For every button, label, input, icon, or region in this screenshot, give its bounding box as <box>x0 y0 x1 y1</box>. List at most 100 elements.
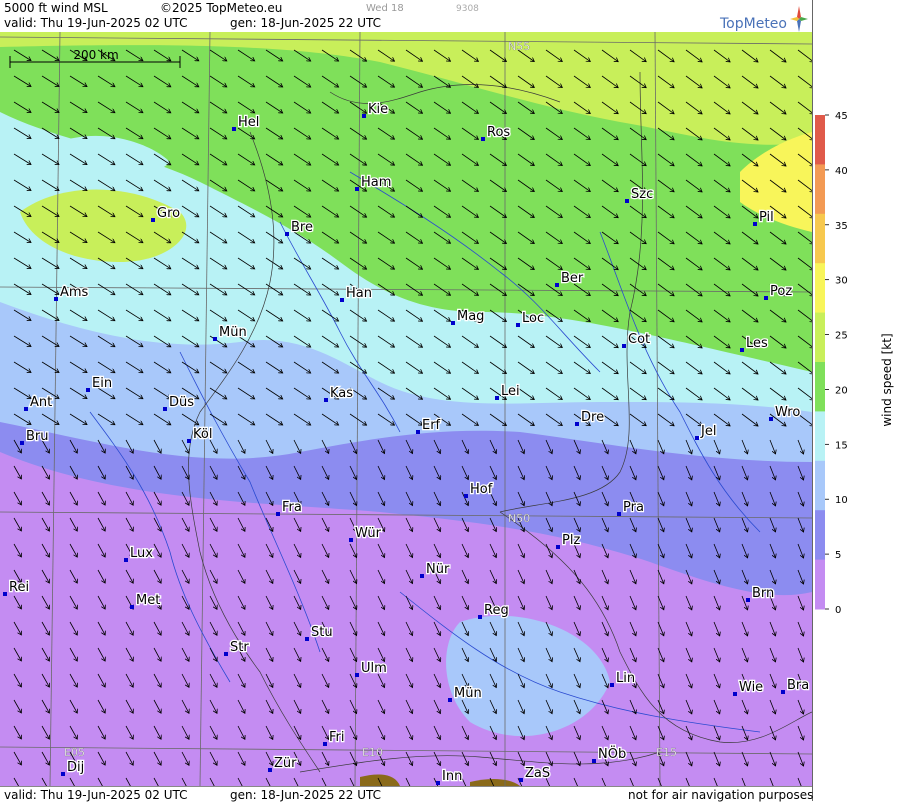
city-label: Pra <box>623 500 644 515</box>
city-label: Cot <box>628 332 650 347</box>
city-label: Poz <box>770 284 792 299</box>
city-label: Str <box>230 640 249 655</box>
city-marker <box>495 396 499 400</box>
legend-tick-label: 10 <box>835 495 848 506</box>
city-marker <box>54 297 58 301</box>
logo-text: TopMeteo <box>720 16 787 32</box>
city-marker <box>362 114 366 118</box>
city-label: Met <box>136 593 160 608</box>
footer-bar: valid: Thu 19-Jun-2025 02 UTC gen: 18-Ju… <box>0 786 814 802</box>
city-label: Ham <box>361 175 391 190</box>
city-label: Reg <box>484 603 509 618</box>
legend-swatch <box>815 559 825 610</box>
wind-map: 200 km N55 N50 E05 E10 E15 Kie Hel Ros Ham S… <box>0 32 812 786</box>
city-marker <box>481 137 485 141</box>
city-marker <box>61 772 65 776</box>
city-marker <box>575 422 579 426</box>
label-e05: E05 <box>64 746 85 759</box>
city-marker <box>86 388 90 392</box>
legend-swatch <box>815 213 825 264</box>
city-marker <box>224 652 228 656</box>
city-label: Ber <box>561 271 584 286</box>
footer-disclaimer: not for air navigation purposes <box>628 788 814 802</box>
legend-swatch <box>815 312 825 363</box>
city-label: Lux <box>130 546 153 561</box>
city-marker <box>592 759 596 763</box>
legend-tick-label: 5 <box>835 550 841 561</box>
city-label: Dij <box>67 760 84 775</box>
city-label: Wür <box>355 526 382 541</box>
city-label: Ams <box>60 285 89 300</box>
run-code: 9308 <box>456 4 479 14</box>
city-marker <box>232 127 236 131</box>
city-label: Kas <box>330 386 353 401</box>
city-label: Mün <box>454 686 482 701</box>
legend-tick-label: 20 <box>835 385 848 396</box>
footer-valid: valid: Thu 19-Jun-2025 02 UTC <box>4 788 188 802</box>
generated-time: gen: 18-Jun-2025 22 UTC <box>230 16 382 30</box>
valid-time: valid: Thu 19-Jun-2025 02 UTC <box>4 16 188 30</box>
city-marker <box>420 574 424 578</box>
city-marker <box>610 683 614 687</box>
city-marker <box>349 538 353 542</box>
city-label: Köl <box>193 427 212 442</box>
city-marker <box>753 222 757 226</box>
city-marker <box>764 296 768 300</box>
city-marker <box>625 199 629 203</box>
city-marker <box>464 494 468 498</box>
city-marker <box>324 398 328 402</box>
city-label: Fra <box>282 500 302 515</box>
city-label: Hel <box>238 115 259 130</box>
city-label: Plz <box>562 533 580 548</box>
legend-color-bar <box>815 115 825 610</box>
city-marker <box>355 187 359 191</box>
city-marker <box>285 232 289 236</box>
city-label: Pil <box>759 210 774 225</box>
city-label: Loc <box>522 311 544 326</box>
topmeteo-logo: TopMeteo <box>720 6 810 32</box>
city-label: Wro <box>775 405 800 420</box>
copyright: ©2025 TopMeteo.eu <box>160 1 283 15</box>
city-label: Lin <box>616 671 635 686</box>
city-label: Szc <box>631 187 653 202</box>
city-label: Bra <box>787 678 809 693</box>
city-marker <box>163 407 167 411</box>
city-marker <box>516 323 520 327</box>
city-label: Düs <box>169 395 194 410</box>
label-e15: E15 <box>656 746 677 759</box>
legend-ticks: 45 40 35 30 25 20 15 10 5 0 <box>825 111 848 616</box>
city-label: Ros <box>487 125 510 140</box>
legend-swatch <box>815 510 825 561</box>
city-label: Bru <box>26 429 49 444</box>
wind-speed-legend: 45 40 35 30 25 20 15 10 5 0 wind speed [kt] <box>815 111 894 616</box>
city-marker <box>130 605 134 609</box>
legend-tick-label: 35 <box>835 221 848 232</box>
label-n55: N55 <box>508 40 530 53</box>
city-marker <box>781 690 785 694</box>
city-label: Erf <box>422 418 441 433</box>
legend-tick-label: 15 <box>835 440 848 451</box>
city-label: Nür <box>426 562 450 577</box>
city-label: Fri <box>329 730 345 745</box>
city-marker <box>268 768 272 772</box>
city-marker <box>20 441 24 445</box>
legend-tick-label: 0 <box>835 605 841 616</box>
city-marker <box>555 283 559 287</box>
city-marker <box>519 778 523 782</box>
legend-tick-label: 40 <box>835 166 848 177</box>
city-label: Jel <box>700 424 716 439</box>
footer-generated: gen: 18-Jun-2025 22 UTC <box>230 788 382 802</box>
city-marker <box>124 558 128 562</box>
legend-tick-label: 45 <box>835 111 848 122</box>
city-marker <box>448 698 452 702</box>
city-marker <box>695 436 699 440</box>
run-day: Wed 18 <box>366 3 404 14</box>
city-marker <box>24 407 28 411</box>
legend-swatch <box>815 411 825 462</box>
city-label: Dre <box>581 410 604 425</box>
city-marker <box>622 344 626 348</box>
city-label: Stu <box>311 625 333 640</box>
city-label: Han <box>346 286 372 301</box>
legend-tick-label: 25 <box>835 331 848 342</box>
product-title: 5000 ft wind MSL <box>4 1 108 15</box>
